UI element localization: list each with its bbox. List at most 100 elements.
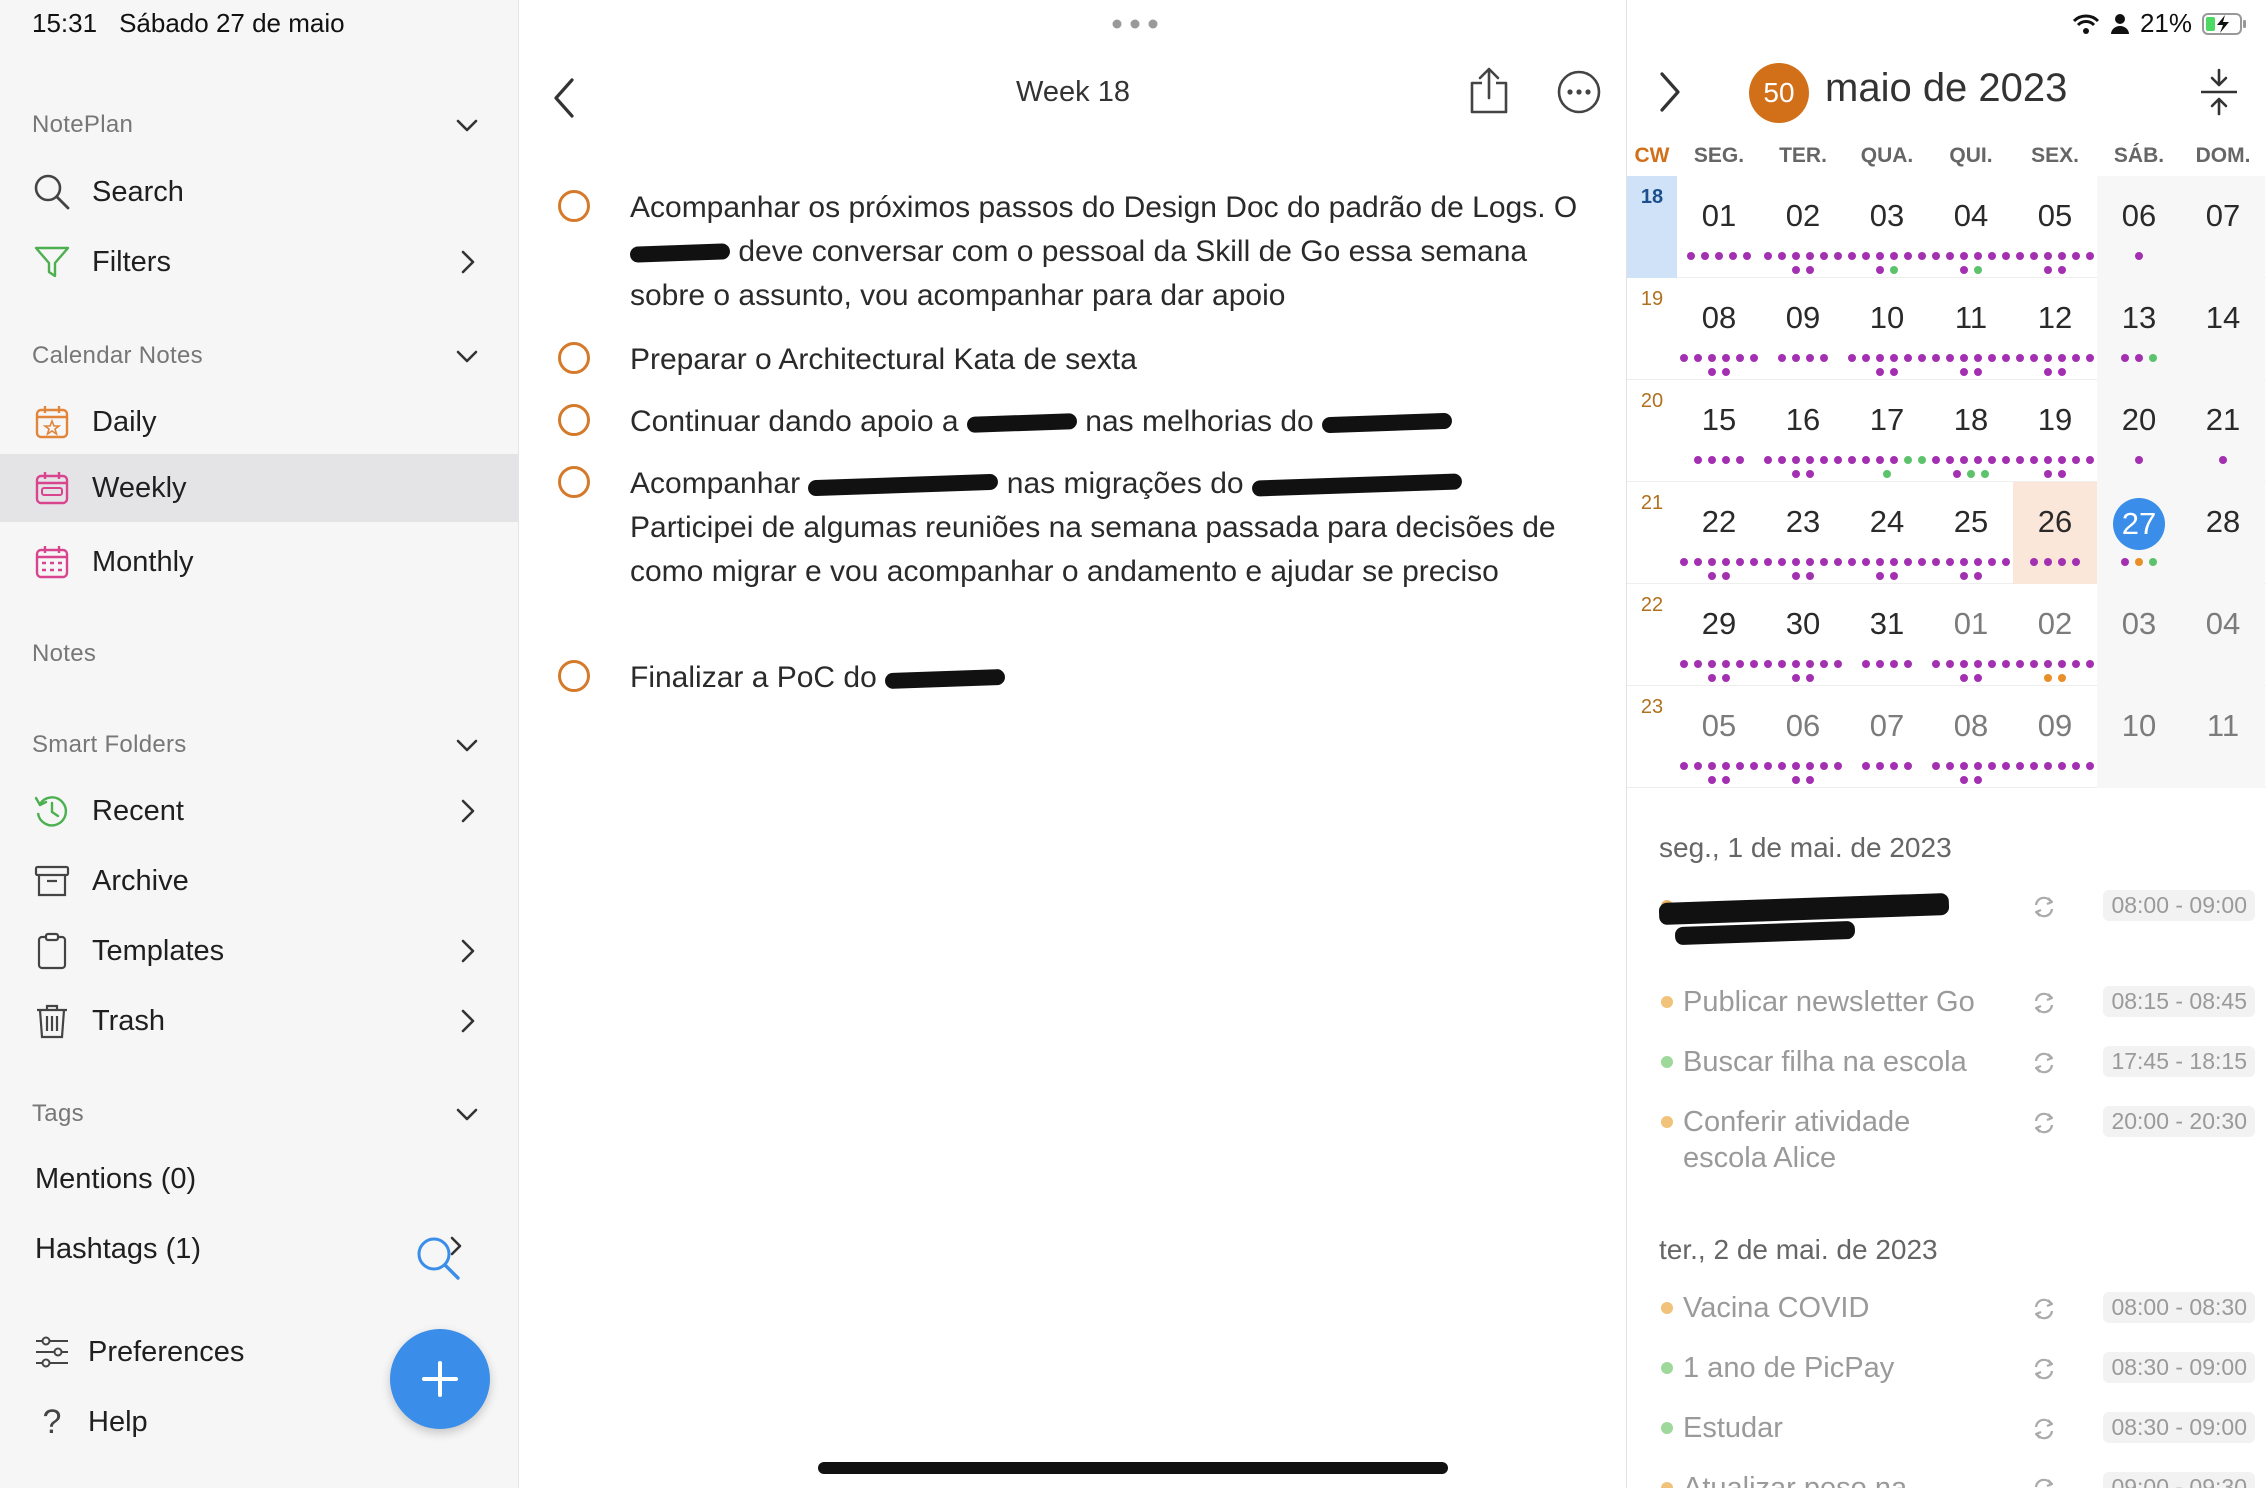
calendar-day-cell[interactable]: 05 bbox=[1677, 686, 1761, 788]
more-options-button[interactable] bbox=[1556, 69, 1602, 115]
event-dot bbox=[1820, 558, 1828, 566]
week-number-cell[interactable]: 18 bbox=[1627, 176, 1677, 278]
calendar-day-cell[interactable]: 12 bbox=[2013, 278, 2097, 380]
week-number-cell[interactable]: 23 bbox=[1627, 686, 1677, 788]
calendar-day-cell[interactable]: 02 bbox=[2013, 584, 2097, 686]
sidebar-item-trash[interactable]: Trash bbox=[0, 987, 519, 1055]
sidebar-item-hashtags[interactable]: Hashtags (1) bbox=[35, 1233, 201, 1266]
task-text[interactable]: Acompanhar nas migrações do Participei d… bbox=[630, 462, 1590, 594]
sidebar-item-archive[interactable]: Archive bbox=[0, 847, 519, 915]
event-dot bbox=[1890, 252, 1898, 260]
sidebar-item-filters[interactable]: Filters bbox=[0, 228, 519, 296]
event-dot bbox=[1680, 558, 1688, 566]
calendar-day-cell[interactable]: 09 bbox=[1761, 278, 1845, 380]
calendar-day-cell[interactable]: 03 bbox=[1845, 176, 1929, 278]
week-number-badge[interactable]: 50 bbox=[1749, 63, 1809, 123]
chevron-down-icon[interactable] bbox=[454, 343, 480, 369]
section-header-calendar-notes[interactable]: Calendar Notes bbox=[32, 342, 203, 370]
calendar-day-cell[interactable]: 11 bbox=[2181, 686, 2265, 788]
calendar-day-cell[interactable]: 27 bbox=[2097, 482, 2181, 584]
sidebar-item-daily[interactable]: Daily bbox=[0, 388, 519, 456]
calendar-day-cell[interactable]: 28 bbox=[2181, 482, 2265, 584]
calendar-day-cell[interactable]: 26 bbox=[2013, 482, 2097, 584]
task-text[interactable]: Finalizar a PoC do bbox=[630, 656, 1590, 700]
calendar-day-cell[interactable]: 10 bbox=[1845, 278, 1929, 380]
collapse-calendar-button[interactable] bbox=[2199, 68, 2239, 116]
calendar-day-cell[interactable]: 07 bbox=[1845, 686, 1929, 788]
chevron-down-icon[interactable] bbox=[454, 112, 480, 138]
calendar-day-cell[interactable]: 21 bbox=[2181, 380, 2265, 482]
calendar-day-cell[interactable]: 20 bbox=[2097, 380, 2181, 482]
calendar-day-cell[interactable]: 23 bbox=[1761, 482, 1845, 584]
calendar-day-cell[interactable]: 31 bbox=[1845, 584, 1929, 686]
share-button[interactable] bbox=[1466, 66, 1512, 116]
calendar-day-cell[interactable]: 19 bbox=[2013, 380, 2097, 482]
calendar-day-cell[interactable]: 01 bbox=[1929, 584, 2013, 686]
calendar-day-cell[interactable]: 14 bbox=[2181, 278, 2265, 380]
calendar-day-cell[interactable]: 06 bbox=[2097, 176, 2181, 278]
event-dots bbox=[1845, 252, 1929, 280]
event-dot bbox=[1792, 252, 1800, 260]
calendar-day-cell[interactable]: 24 bbox=[1845, 482, 1929, 584]
task-checkbox[interactable] bbox=[558, 190, 590, 222]
section-header-smart-folders[interactable]: Smart Folders bbox=[32, 731, 187, 759]
calendar-day-cell[interactable]: 08 bbox=[1929, 686, 2013, 788]
task-checkbox[interactable] bbox=[558, 466, 590, 498]
event-dots bbox=[2097, 354, 2181, 368]
calendar-day-cell[interactable]: 18 bbox=[1929, 380, 2013, 482]
calendar-day-cell[interactable]: 10 bbox=[2097, 686, 2181, 788]
next-month-button[interactable] bbox=[1657, 70, 1683, 114]
task-checkbox[interactable] bbox=[558, 342, 590, 374]
calendar-day-cell[interactable]: 01 bbox=[1677, 176, 1761, 278]
chevron-down-icon[interactable] bbox=[454, 1101, 480, 1127]
calendar-day-cell[interactable]: 13 bbox=[2097, 278, 2181, 380]
calendar-day-cell[interactable]: 05 bbox=[2013, 176, 2097, 278]
sidebar-item-weekly[interactable]: Weekly bbox=[0, 454, 519, 522]
section-header-tags[interactable]: Tags bbox=[32, 1100, 84, 1128]
event-dot bbox=[2016, 252, 2024, 260]
calendar-day-cell[interactable]: 17 bbox=[1845, 380, 1929, 482]
week-number-cell[interactable]: 22 bbox=[1627, 584, 1677, 686]
calendar-day-cell[interactable]: 02 bbox=[1761, 176, 1845, 278]
week-number-cell[interactable]: 20 bbox=[1627, 380, 1677, 482]
calendar-day-cell[interactable]: 11 bbox=[1929, 278, 2013, 380]
sidebar-item-monthly[interactable]: Monthly bbox=[0, 528, 519, 596]
task-text[interactable]: Preparar o Architectural Kata de sexta bbox=[630, 338, 1590, 382]
sidebar-item-search[interactable]: Search bbox=[0, 158, 519, 226]
sidebar-item-recent[interactable]: Recent bbox=[0, 777, 519, 845]
task-checkbox[interactable] bbox=[558, 660, 590, 692]
multitask-grabber-icon[interactable] bbox=[1110, 18, 1160, 30]
month-title[interactable]: maio de 2023 bbox=[1825, 66, 2067, 111]
calendar-day-cell[interactable]: 25 bbox=[1929, 482, 2013, 584]
section-header-notes[interactable]: Notes bbox=[32, 640, 96, 668]
day-number: 29 bbox=[1701, 606, 1737, 641]
task-checkbox[interactable] bbox=[558, 404, 590, 436]
calendar-day-cell[interactable]: 16 bbox=[1761, 380, 1845, 482]
calendar-day-cell[interactable]: 30 bbox=[1761, 584, 1845, 686]
event-dot bbox=[1876, 762, 1884, 770]
sidebar-item-mentions[interactable]: Mentions (0) bbox=[35, 1163, 196, 1196]
event-dot bbox=[2072, 456, 2080, 464]
week-number-cell[interactable]: 19 bbox=[1627, 278, 1677, 380]
event-dot bbox=[1967, 470, 1975, 478]
section-header-noteplan[interactable]: NotePlan bbox=[32, 111, 133, 139]
sidebar-item-templates[interactable]: Templates bbox=[0, 917, 519, 985]
search-icon[interactable] bbox=[414, 1232, 466, 1284]
calendar-day-cell[interactable]: 15 bbox=[1677, 380, 1761, 482]
event-dot bbox=[1890, 762, 1898, 770]
calendar-day-cell[interactable]: 04 bbox=[2181, 584, 2265, 686]
home-indicator[interactable] bbox=[818, 1462, 1448, 1474]
chevron-down-icon[interactable] bbox=[454, 732, 480, 758]
calendar-day-cell[interactable]: 08 bbox=[1677, 278, 1761, 380]
calendar-day-cell[interactable]: 22 bbox=[1677, 482, 1761, 584]
new-note-button[interactable] bbox=[390, 1329, 490, 1429]
calendar-day-cell[interactable]: 04 bbox=[1929, 176, 2013, 278]
calendar-day-cell[interactable]: 29 bbox=[1677, 584, 1761, 686]
calendar-day-cell[interactable]: 06 bbox=[1761, 686, 1845, 788]
calendar-day-cell[interactable]: 03 bbox=[2097, 584, 2181, 686]
calendar-day-cell[interactable]: 07 bbox=[2181, 176, 2265, 278]
calendar-day-cell[interactable]: 09 bbox=[2013, 686, 2097, 788]
task-text[interactable]: Acompanhar os próximos passos do Design … bbox=[629, 186, 1590, 318]
week-number-cell[interactable]: 21 bbox=[1627, 482, 1677, 584]
task-text[interactable]: Continuar dando apoio a nas melhorias do bbox=[630, 400, 1590, 444]
